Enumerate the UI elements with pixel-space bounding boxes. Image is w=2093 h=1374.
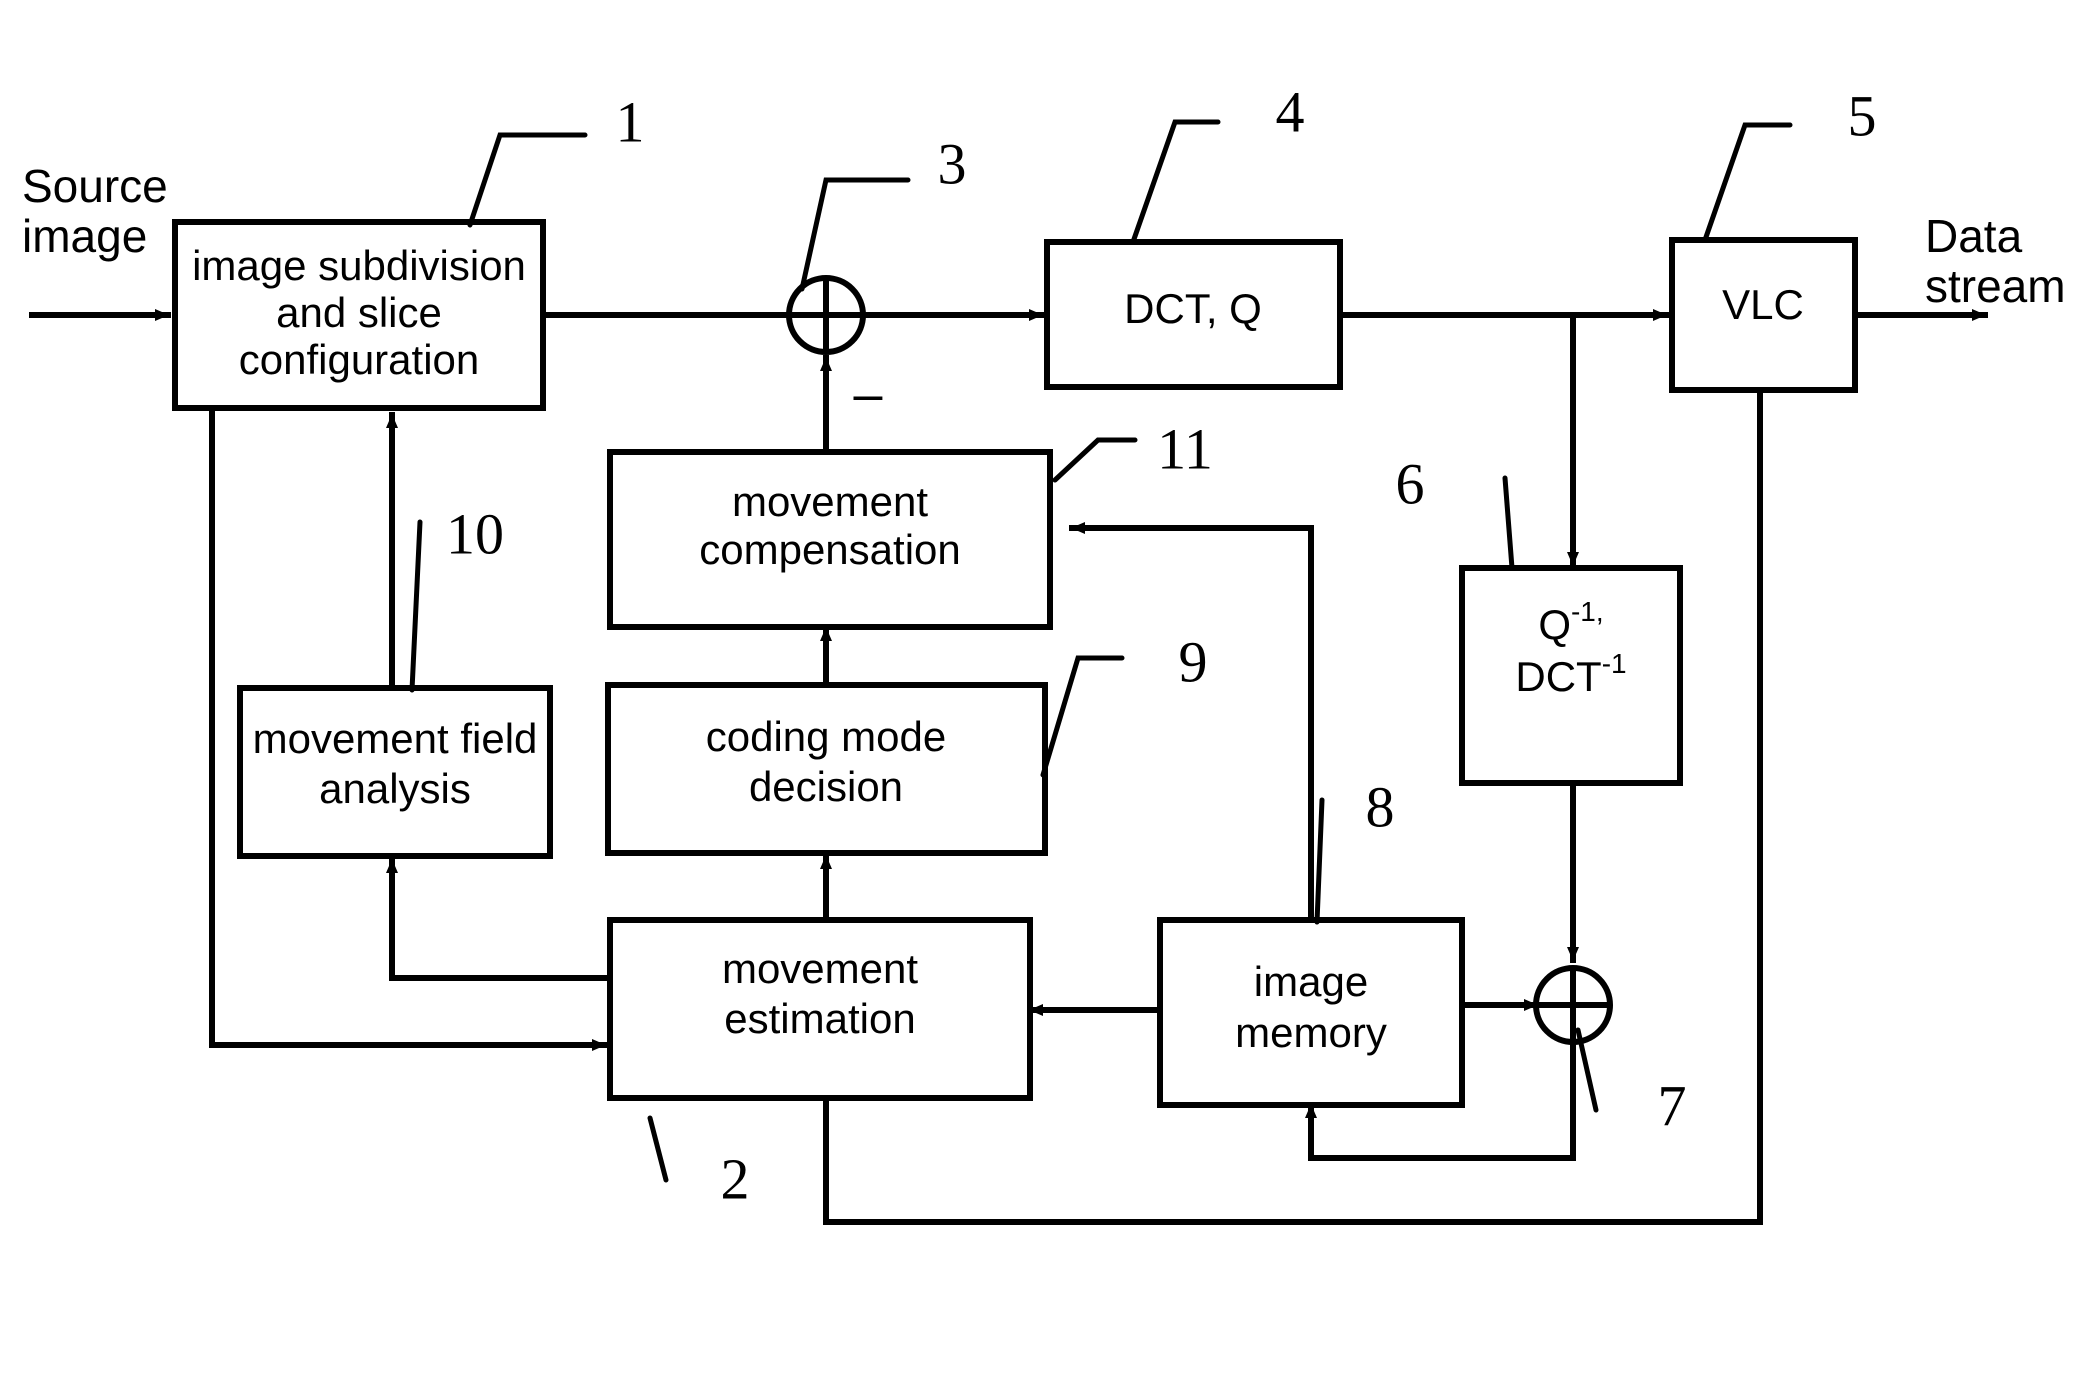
source-image-label-line2: image (22, 210, 147, 262)
ref-number-3: 3 (938, 131, 967, 196)
block-image-subdivision-line3: configuration (239, 336, 480, 383)
leader-8 (1314, 797, 1325, 925)
data-stream-label-line2: stream (1925, 260, 2066, 312)
leader-3 (799, 177, 911, 292)
ref-number-8: 8 (1366, 774, 1395, 839)
block-inverse-quant-dct[interactable]: Q-1, DCT-1 (1459, 565, 1683, 786)
ref-number-7: 7 (1658, 1073, 1687, 1138)
block-coding-mode-line2: decision (749, 763, 903, 810)
block-compensation-line1: movement (732, 478, 928, 525)
minus-sign-label: – (854, 366, 883, 424)
block-estimation-line2: estimation (724, 995, 915, 1042)
data-stream-label-line1: Data (1925, 210, 2023, 262)
block-image-memory-line1: image (1254, 958, 1368, 1005)
leader-5 (1702, 122, 1793, 243)
ref-number-10: 10 (446, 501, 504, 566)
source-image-label-line1: Source (22, 160, 168, 212)
leader-1 (467, 132, 588, 228)
leader-11 (1052, 437, 1138, 483)
block-movement-compensation[interactable]: movement compensation (607, 449, 1053, 630)
ref-number-4: 4 (1276, 79, 1305, 144)
block-dct-q-label: DCT, Q (1124, 285, 1262, 332)
wire-estimation-to-field-analysis (386, 857, 615, 1093)
block-field-analysis-line2: analysis (319, 765, 471, 812)
leader-10 (409, 519, 423, 693)
leader-6 (1502, 475, 1515, 571)
leader-2 (647, 1115, 669, 1183)
ref-number-5: 5 (1848, 83, 1877, 148)
block-coding-mode-decision[interactable]: coding mode decision (605, 682, 1048, 856)
block-image-memory-line2: memory (1235, 1009, 1387, 1056)
encoder-block-diagram: image subdivision and slice configuratio… (22, 79, 2066, 1225)
block-movement-estimation[interactable]: movement estimation (607, 917, 1033, 1101)
block-image-subdivision-line1: image subdivision (192, 242, 526, 289)
ref-number-9: 9 (1179, 629, 1208, 694)
leader-4 (1130, 119, 1221, 245)
ref-number-11: 11 (1157, 416, 1213, 481)
ref-number-2: 2 (721, 1146, 750, 1211)
leader-9 (1040, 655, 1125, 778)
block-image-subdivision[interactable]: image subdivision and slice configuratio… (172, 219, 546, 411)
block-coding-mode-line1: coding mode (706, 713, 947, 760)
summing-junction-7[interactable] (1533, 965, 1613, 1045)
block-dct-q[interactable]: DCT, Q (1044, 239, 1343, 390)
ref-number-1: 1 (616, 89, 645, 154)
block-field-analysis-line1: movement field (253, 715, 538, 762)
wire-memory-to-compensation (1069, 522, 1314, 922)
block-vlc-label: VLC (1722, 281, 1804, 328)
block-image-memory[interactable]: image memory (1157, 917, 1465, 1108)
block-image-subdivision-line2: and slice (276, 289, 442, 336)
block-compensation-line2: compensation (699, 526, 961, 573)
block-estimation-line1: movement (722, 945, 918, 992)
ref-number-6: 6 (1396, 451, 1425, 516)
block-vlc[interactable]: VLC (1669, 237, 1858, 393)
block-movement-field-analysis[interactable]: movement field analysis (237, 685, 553, 859)
